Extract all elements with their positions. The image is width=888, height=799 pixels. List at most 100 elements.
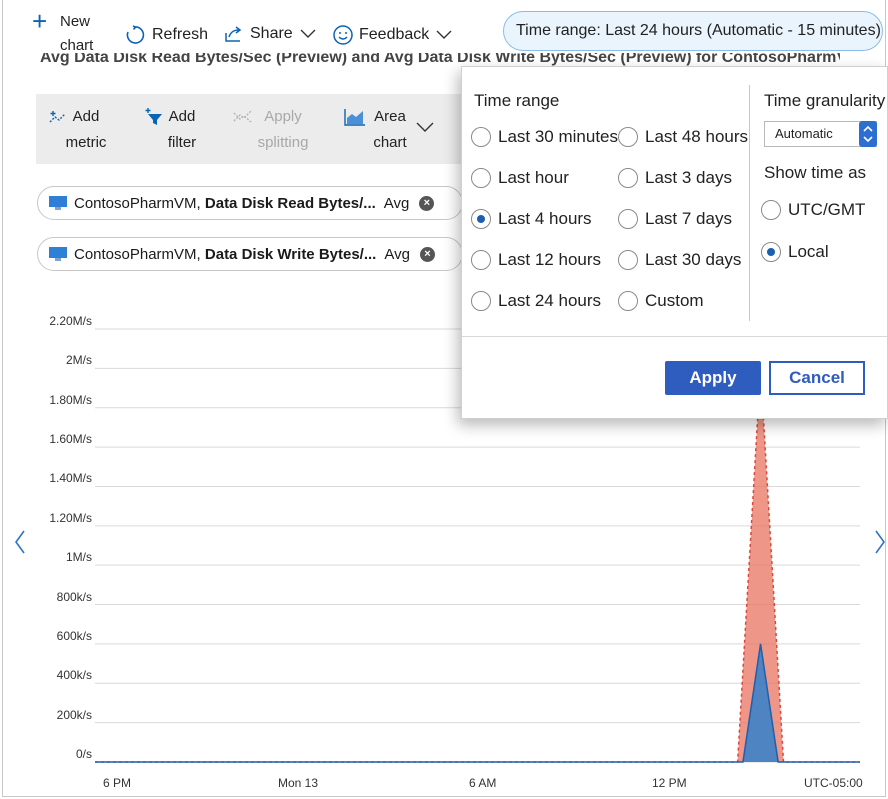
radio-time-range-option[interactable]: Last 30 days bbox=[618, 250, 741, 270]
radio-circle bbox=[471, 168, 491, 188]
radio-label: Last 12 hours bbox=[498, 250, 602, 269]
refresh-icon bbox=[126, 25, 145, 44]
divider bbox=[749, 85, 750, 321]
metric-toolbar: Add metric Add filter Apply splitting Ar… bbox=[36, 94, 476, 164]
metric-name: Data Disk Write Bytes/... bbox=[204, 245, 377, 263]
chevron-right-icon[interactable] bbox=[872, 528, 888, 556]
radio-time-range-option[interactable]: Last 24 hours bbox=[471, 291, 601, 311]
metric-aggregation: Avg bbox=[384, 245, 410, 263]
x-tick-label: 6 PM bbox=[103, 776, 132, 790]
add-metric-button[interactable]: Add metric bbox=[46, 104, 106, 156]
vm-icon bbox=[49, 196, 67, 210]
radio-time-range-option[interactable]: Last hour bbox=[471, 168, 569, 188]
radio-circle bbox=[471, 250, 491, 270]
radio-time-range-option[interactable]: Last 48 hours bbox=[618, 127, 748, 147]
divider bbox=[462, 336, 887, 337]
timezone-label: UTC-05:00 bbox=[804, 776, 863, 790]
y-tick-label: 1M/s bbox=[65, 550, 92, 565]
remove-metric-icon[interactable]: × bbox=[419, 195, 435, 211]
y-tick-label: 1.20M/s bbox=[49, 510, 92, 525]
radio-label: Last 3 days bbox=[645, 168, 732, 187]
radio-label: Local bbox=[788, 242, 829, 261]
refresh-label: Refresh bbox=[152, 26, 209, 43]
share-button[interactable]: Share bbox=[223, 24, 318, 44]
chevron-down-icon bbox=[300, 29, 316, 38]
radio-circle bbox=[761, 200, 781, 220]
y-tick-label: 1.40M/s bbox=[49, 471, 92, 486]
metric-pill-write[interactable]: ContosoPharmVM, Data Disk Write Bytes/..… bbox=[37, 237, 463, 271]
radio-label: Last hour bbox=[498, 168, 569, 187]
chevron-down-icon bbox=[436, 30, 452, 39]
y-tick-label: 2M/s bbox=[65, 353, 92, 368]
radio-time-range-option[interactable]: Last 12 hours bbox=[471, 250, 601, 270]
refresh-button[interactable]: Refresh bbox=[124, 24, 208, 46]
radio-time-range-option[interactable]: Custom bbox=[618, 291, 704, 311]
metric-pill-read[interactable]: ContosoPharmVM, Data Disk Read Bytes/...… bbox=[37, 186, 463, 220]
y-tick-label: 1.60M/s bbox=[49, 432, 92, 447]
radio-label: Last 48 hours bbox=[645, 127, 749, 146]
cancel-button[interactable]: Cancel bbox=[769, 361, 865, 395]
area-chart-label: Area chart bbox=[373, 108, 407, 151]
radio-circle bbox=[618, 291, 638, 311]
smiley-icon bbox=[333, 25, 353, 45]
select-arrow-icon bbox=[859, 121, 877, 147]
time-granularity-title: Time granularity bbox=[764, 91, 886, 110]
add-filter-button[interactable]: Add filter bbox=[144, 104, 202, 156]
y-tick-label: 2.20M/s bbox=[49, 314, 92, 328]
area-chart-icon bbox=[344, 109, 365, 126]
chevron-down-icon bbox=[416, 122, 434, 132]
granularity-value: Automatic bbox=[775, 126, 833, 141]
radio-circle bbox=[471, 291, 491, 311]
y-tick-label: 1.80M/s bbox=[49, 392, 92, 407]
radio-time-range-option[interactable]: Last 3 days bbox=[618, 168, 732, 188]
radio-circle-selected bbox=[761, 242, 781, 262]
vm-icon bbox=[49, 247, 67, 261]
radio-label: Custom bbox=[645, 291, 704, 310]
radio-time-range-option[interactable]: Last 4 hours bbox=[471, 209, 592, 229]
radio-label: Last 30 minutes bbox=[498, 127, 619, 146]
radio-circle-selected bbox=[471, 209, 491, 229]
y-tick-label: 600k/s bbox=[56, 628, 92, 643]
radio-time-range-option[interactable]: Last 30 minutes bbox=[471, 127, 618, 147]
radio-circle bbox=[471, 127, 491, 147]
radio-label: Last 4 hours bbox=[498, 209, 592, 228]
share-icon bbox=[225, 26, 242, 42]
y-tick-label: 200k/s bbox=[56, 707, 92, 722]
apply-splitting-button[interactable]: Apply splitting bbox=[232, 104, 312, 156]
time-range-popup: Time range Last 30 minutes Last 48 hours L… bbox=[461, 66, 888, 419]
feedback-button[interactable]: Feedback bbox=[332, 24, 454, 46]
y-tick-label: 800k/s bbox=[56, 589, 92, 604]
plus-icon: + bbox=[32, 6, 48, 36]
feedback-label: Feedback bbox=[359, 26, 430, 43]
time-range-button[interactable]: Time range: Last 24 hours (Automatic - 1… bbox=[503, 11, 883, 51]
new-chart-label: New chart bbox=[60, 13, 94, 54]
y-tick-label: 400k/s bbox=[56, 668, 92, 683]
metric-name: Data Disk Read Bytes/... bbox=[204, 194, 376, 212]
radio-label: Last 30 days bbox=[645, 250, 742, 269]
radio-label: UTC/GMT bbox=[788, 200, 866, 219]
share-label: Share bbox=[250, 25, 293, 42]
new-chart-button[interactable]: + New chart bbox=[32, 6, 102, 56]
add-metric-icon bbox=[49, 111, 66, 123]
radio-circle bbox=[618, 168, 638, 188]
radio-utc[interactable]: UTC/GMT bbox=[761, 200, 865, 220]
remove-metric-icon[interactable]: × bbox=[419, 246, 435, 262]
filter-icon bbox=[145, 108, 162, 125]
radio-label: Last 7 days bbox=[645, 209, 732, 228]
radio-time-range-option[interactable]: Last 7 days bbox=[618, 209, 732, 229]
apply-button[interactable]: Apply bbox=[665, 361, 761, 395]
radio-circle bbox=[618, 250, 638, 270]
x-tick-label: Mon 13 bbox=[278, 776, 319, 790]
splitting-icon bbox=[233, 110, 252, 123]
radio-circle bbox=[618, 127, 638, 147]
radio-circle bbox=[618, 209, 638, 229]
time-range-title: Time range bbox=[474, 91, 560, 110]
radio-local[interactable]: Local bbox=[761, 242, 829, 262]
x-tick-label: 6 AM bbox=[469, 776, 497, 790]
granularity-select[interactable]: Automatic bbox=[764, 121, 877, 147]
chevron-left-icon[interactable] bbox=[12, 528, 28, 556]
x-tick-label: 12 PM bbox=[652, 776, 687, 790]
metric-resource: ContosoPharmVM, bbox=[74, 194, 201, 212]
radio-label: Last 24 hours bbox=[498, 291, 602, 310]
show-time-title: Show time as bbox=[764, 163, 867, 182]
